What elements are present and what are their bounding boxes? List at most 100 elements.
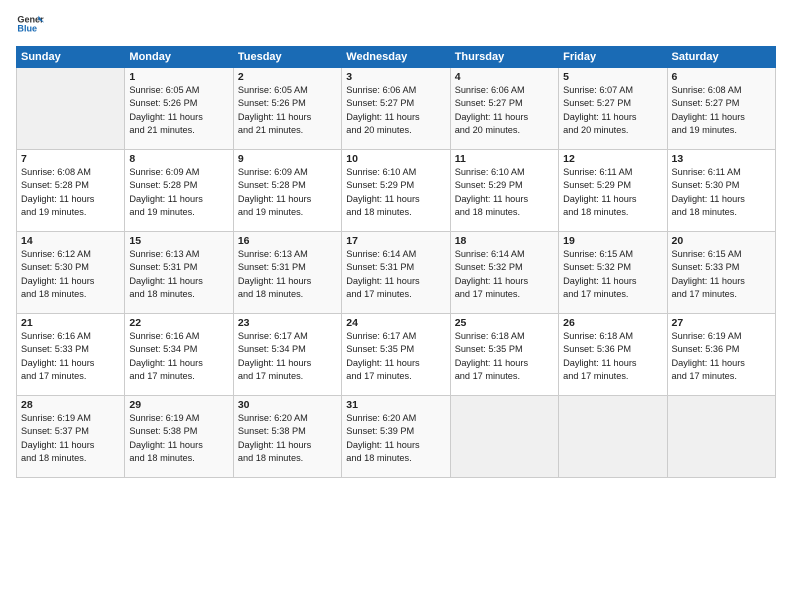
day-number: 8 <box>129 153 228 165</box>
day-info: Sunrise: 6:06 AM Sunset: 5:27 PM Dayligh… <box>455 84 554 137</box>
day-of-week-header: Sunday <box>17 47 125 68</box>
day-info: Sunrise: 6:12 AM Sunset: 5:30 PM Dayligh… <box>21 248 120 301</box>
day-info: Sunrise: 6:13 AM Sunset: 5:31 PM Dayligh… <box>129 248 228 301</box>
calendar-cell: 13Sunrise: 6:11 AM Sunset: 5:30 PM Dayli… <box>667 150 775 232</box>
calendar-cell: 6Sunrise: 6:08 AM Sunset: 5:27 PM Daylig… <box>667 68 775 150</box>
day-info: Sunrise: 6:16 AM Sunset: 5:33 PM Dayligh… <box>21 330 120 383</box>
calendar-cell: 8Sunrise: 6:09 AM Sunset: 5:28 PM Daylig… <box>125 150 233 232</box>
day-info: Sunrise: 6:18 AM Sunset: 5:36 PM Dayligh… <box>563 330 662 383</box>
day-info: Sunrise: 6:17 AM Sunset: 5:35 PM Dayligh… <box>346 330 445 383</box>
calendar-cell: 27Sunrise: 6:19 AM Sunset: 5:36 PM Dayli… <box>667 314 775 396</box>
calendar-cell: 20Sunrise: 6:15 AM Sunset: 5:33 PM Dayli… <box>667 232 775 314</box>
day-number: 7 <box>21 153 120 165</box>
calendar-cell: 31Sunrise: 6:20 AM Sunset: 5:39 PM Dayli… <box>342 396 450 478</box>
day-number: 26 <box>563 317 662 329</box>
day-number: 28 <box>21 399 120 411</box>
day-info: Sunrise: 6:07 AM Sunset: 5:27 PM Dayligh… <box>563 84 662 137</box>
calendar-cell: 5Sunrise: 6:07 AM Sunset: 5:27 PM Daylig… <box>559 68 667 150</box>
page: General Blue SundayMondayTuesdayWednesda… <box>0 0 792 612</box>
day-info: Sunrise: 6:09 AM Sunset: 5:28 PM Dayligh… <box>238 166 337 219</box>
day-number: 12 <box>563 153 662 165</box>
calendar-cell: 7Sunrise: 6:08 AM Sunset: 5:28 PM Daylig… <box>17 150 125 232</box>
day-info: Sunrise: 6:16 AM Sunset: 5:34 PM Dayligh… <box>129 330 228 383</box>
calendar-table: SundayMondayTuesdayWednesdayThursdayFrid… <box>16 46 776 478</box>
calendar-body: 1Sunrise: 6:05 AM Sunset: 5:26 PM Daylig… <box>17 68 776 478</box>
calendar-week-row: 1Sunrise: 6:05 AM Sunset: 5:26 PM Daylig… <box>17 68 776 150</box>
day-number: 16 <box>238 235 337 247</box>
day-of-week-header: Tuesday <box>233 47 341 68</box>
day-number: 27 <box>672 317 771 329</box>
header: General Blue <box>16 10 776 38</box>
day-number: 6 <box>672 71 771 83</box>
day-info: Sunrise: 6:11 AM Sunset: 5:30 PM Dayligh… <box>672 166 771 219</box>
day-info: Sunrise: 6:08 AM Sunset: 5:27 PM Dayligh… <box>672 84 771 137</box>
calendar-cell: 15Sunrise: 6:13 AM Sunset: 5:31 PM Dayli… <box>125 232 233 314</box>
calendar-cell: 12Sunrise: 6:11 AM Sunset: 5:29 PM Dayli… <box>559 150 667 232</box>
day-number: 4 <box>455 71 554 83</box>
day-info: Sunrise: 6:20 AM Sunset: 5:38 PM Dayligh… <box>238 412 337 465</box>
day-info: Sunrise: 6:20 AM Sunset: 5:39 PM Dayligh… <box>346 412 445 465</box>
day-number: 21 <box>21 317 120 329</box>
day-info: Sunrise: 6:19 AM Sunset: 5:37 PM Dayligh… <box>21 412 120 465</box>
calendar-week-row: 14Sunrise: 6:12 AM Sunset: 5:30 PM Dayli… <box>17 232 776 314</box>
calendar-cell: 14Sunrise: 6:12 AM Sunset: 5:30 PM Dayli… <box>17 232 125 314</box>
day-of-week-header: Wednesday <box>342 47 450 68</box>
day-number: 13 <box>672 153 771 165</box>
day-info: Sunrise: 6:11 AM Sunset: 5:29 PM Dayligh… <box>563 166 662 219</box>
day-of-week-header: Saturday <box>667 47 775 68</box>
day-number: 14 <box>21 235 120 247</box>
day-info: Sunrise: 6:08 AM Sunset: 5:28 PM Dayligh… <box>21 166 120 219</box>
calendar-cell <box>559 396 667 478</box>
calendar-header-row: SundayMondayTuesdayWednesdayThursdayFrid… <box>17 47 776 68</box>
day-info: Sunrise: 6:19 AM Sunset: 5:38 PM Dayligh… <box>129 412 228 465</box>
calendar-cell: 4Sunrise: 6:06 AM Sunset: 5:27 PM Daylig… <box>450 68 558 150</box>
day-number: 22 <box>129 317 228 329</box>
day-number: 25 <box>455 317 554 329</box>
day-number: 31 <box>346 399 445 411</box>
calendar-cell: 11Sunrise: 6:10 AM Sunset: 5:29 PM Dayli… <box>450 150 558 232</box>
day-number: 11 <box>455 153 554 165</box>
calendar-cell: 22Sunrise: 6:16 AM Sunset: 5:34 PM Dayli… <box>125 314 233 396</box>
calendar-cell: 29Sunrise: 6:19 AM Sunset: 5:38 PM Dayli… <box>125 396 233 478</box>
day-info: Sunrise: 6:18 AM Sunset: 5:35 PM Dayligh… <box>455 330 554 383</box>
calendar-cell: 23Sunrise: 6:17 AM Sunset: 5:34 PM Dayli… <box>233 314 341 396</box>
day-number: 23 <box>238 317 337 329</box>
day-number: 18 <box>455 235 554 247</box>
day-info: Sunrise: 6:15 AM Sunset: 5:33 PM Dayligh… <box>672 248 771 301</box>
calendar-cell: 28Sunrise: 6:19 AM Sunset: 5:37 PM Dayli… <box>17 396 125 478</box>
day-number: 20 <box>672 235 771 247</box>
day-number: 17 <box>346 235 445 247</box>
logo-icon: General Blue <box>16 10 44 38</box>
calendar-cell: 18Sunrise: 6:14 AM Sunset: 5:32 PM Dayli… <box>450 232 558 314</box>
calendar-cell: 1Sunrise: 6:05 AM Sunset: 5:26 PM Daylig… <box>125 68 233 150</box>
day-number: 1 <box>129 71 228 83</box>
day-number: 30 <box>238 399 337 411</box>
day-number: 10 <box>346 153 445 165</box>
day-number: 2 <box>238 71 337 83</box>
calendar-week-row: 28Sunrise: 6:19 AM Sunset: 5:37 PM Dayli… <box>17 396 776 478</box>
day-info: Sunrise: 6:10 AM Sunset: 5:29 PM Dayligh… <box>346 166 445 219</box>
day-number: 9 <box>238 153 337 165</box>
day-number: 29 <box>129 399 228 411</box>
calendar-cell: 9Sunrise: 6:09 AM Sunset: 5:28 PM Daylig… <box>233 150 341 232</box>
day-number: 24 <box>346 317 445 329</box>
logo: General Blue <box>16 10 46 38</box>
day-info: Sunrise: 6:05 AM Sunset: 5:26 PM Dayligh… <box>238 84 337 137</box>
day-info: Sunrise: 6:05 AM Sunset: 5:26 PM Dayligh… <box>129 84 228 137</box>
calendar-cell: 21Sunrise: 6:16 AM Sunset: 5:33 PM Dayli… <box>17 314 125 396</box>
day-of-week-header: Friday <box>559 47 667 68</box>
calendar-cell: 2Sunrise: 6:05 AM Sunset: 5:26 PM Daylig… <box>233 68 341 150</box>
calendar-cell: 3Sunrise: 6:06 AM Sunset: 5:27 PM Daylig… <box>342 68 450 150</box>
calendar-cell: 19Sunrise: 6:15 AM Sunset: 5:32 PM Dayli… <box>559 232 667 314</box>
calendar-cell: 26Sunrise: 6:18 AM Sunset: 5:36 PM Dayli… <box>559 314 667 396</box>
calendar-cell <box>450 396 558 478</box>
calendar-cell: 24Sunrise: 6:17 AM Sunset: 5:35 PM Dayli… <box>342 314 450 396</box>
day-number: 5 <box>563 71 662 83</box>
calendar-cell: 17Sunrise: 6:14 AM Sunset: 5:31 PM Dayli… <box>342 232 450 314</box>
day-info: Sunrise: 6:19 AM Sunset: 5:36 PM Dayligh… <box>672 330 771 383</box>
calendar-cell: 30Sunrise: 6:20 AM Sunset: 5:38 PM Dayli… <box>233 396 341 478</box>
day-info: Sunrise: 6:06 AM Sunset: 5:27 PM Dayligh… <box>346 84 445 137</box>
calendar-cell <box>667 396 775 478</box>
day-info: Sunrise: 6:09 AM Sunset: 5:28 PM Dayligh… <box>129 166 228 219</box>
day-info: Sunrise: 6:15 AM Sunset: 5:32 PM Dayligh… <box>563 248 662 301</box>
